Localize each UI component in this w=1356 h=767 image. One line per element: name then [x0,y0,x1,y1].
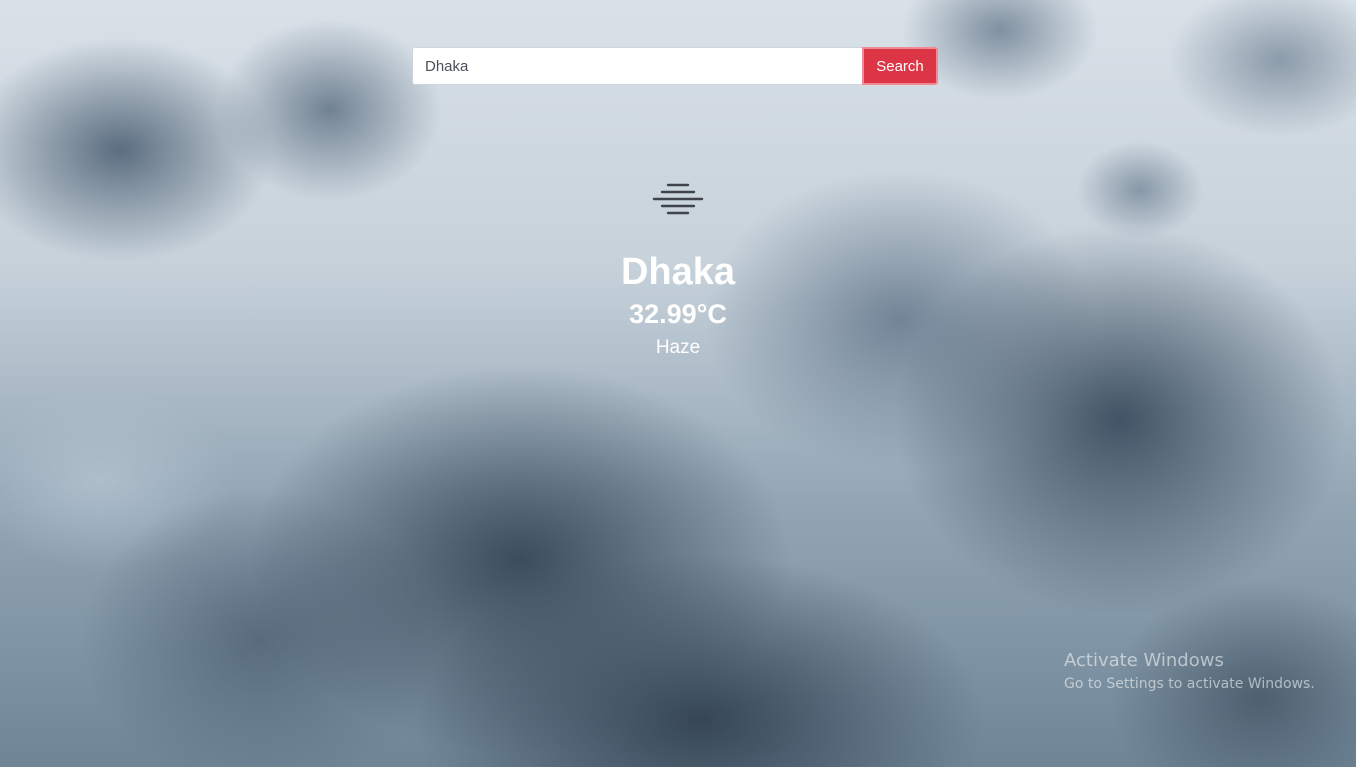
city-search-input[interactable] [412,47,862,85]
search-button[interactable]: Search [862,47,938,85]
city-name: Dhaka [620,251,736,293]
activate-windows-watermark: Activate Windows Go to Settings to activ… [1064,650,1315,694]
activate-windows-title: Activate Windows [1064,650,1224,671]
haze-icon [652,183,704,215]
weather-display: Dhaka 32.99°C Haze [0,176,1356,360]
activate-windows-subtitle: Go to Settings to activate Windows. [1064,676,1315,692]
weather-condition: Haze [655,337,701,358]
temperature: 32.99°C [629,299,727,329]
search-bar: Search [412,47,938,85]
